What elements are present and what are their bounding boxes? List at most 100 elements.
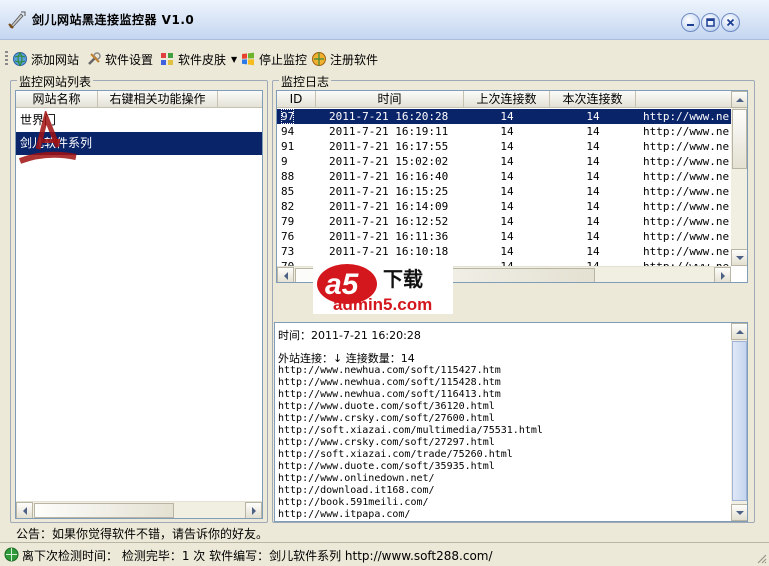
title-bar[interactable]: 剑儿网站黑连接监控器 V1.0	[0, 0, 769, 40]
log-cell-last: 14	[500, 140, 514, 153]
hscroll-thumb[interactable]	[34, 503, 174, 518]
toolbar-grip[interactable]	[5, 51, 8, 67]
chevron-down-icon: ▼	[231, 54, 238, 64]
log-cell-url: http://www.ne	[643, 110, 730, 123]
arrow-down-icon	[735, 255, 744, 260]
log-cell-current: 14	[586, 200, 600, 213]
vscroll-thumb[interactable]	[732, 109, 747, 169]
scroll-left-button[interactable]	[16, 502, 33, 518]
detail-vscroll-thumb[interactable]	[732, 341, 747, 501]
close-button[interactable]	[721, 13, 740, 32]
arrow-left-icon	[283, 271, 288, 280]
log-cell-time: 2011-7-21 16:12:52	[329, 215, 449, 228]
log-id-header[interactable]: ID	[277, 91, 316, 108]
detail-url-line: http://soft.xiazai.com/trade/75260.html	[278, 449, 513, 460]
log-cell-current: 14	[586, 155, 600, 168]
site-list[interactable]: 网站名称 右键相关功能操作 世界门 剑儿软件系列	[15, 90, 263, 519]
scroll-right-button[interactable]	[245, 502, 262, 518]
sword-app-icon	[8, 11, 26, 29]
log-cell-time: 2011-7-21 16:10:18	[329, 245, 449, 258]
log-cell-id: 79	[281, 215, 295, 228]
log-cell-id: 94	[281, 125, 295, 138]
detail-url-line: http://www.duote.com/soft/35935.html	[278, 461, 495, 472]
detail-url-line: http://www.newhua.com/soft/116413.htm	[278, 389, 501, 400]
windows-flag-icon	[242, 52, 254, 66]
log-cell-id: 82	[281, 200, 295, 213]
scroll-up-button[interactable]	[731, 91, 747, 108]
settings-button[interactable]: 软件设置	[86, 50, 153, 68]
log-cell-time: 2011-7-21 16:16:40	[329, 170, 449, 183]
log-last-header[interactable]: 上次连接数	[464, 91, 550, 108]
stop-monitor-button[interactable]: 停止监控	[240, 50, 307, 68]
log-detail-textarea[interactable]: 时间：2011-7-21 16:20:28 外站连接：↓ 连接数量：14 htt…	[274, 322, 748, 522]
add-site-button[interactable]: 添加网站	[12, 50, 79, 68]
close-icon	[726, 18, 735, 27]
log-row[interactable]: 91 2011-7-21 16:17:55 14 14 http://www.ne	[277, 139, 747, 154]
scroll-down-button[interactable]	[731, 504, 747, 521]
log-cell-url: http://www.ne	[643, 215, 730, 228]
log-cell-current: 14	[586, 230, 600, 243]
detail-vscrollbar[interactable]	[731, 323, 747, 521]
log-vscrollbar[interactable]	[731, 91, 747, 266]
log-cell-url: http://www.ne	[643, 230, 730, 243]
detail-url-line: http://www.newhua.com/soft/115428.htm	[278, 377, 501, 388]
log-row[interactable]: 73 2011-7-21 16:10:18 14 14 http://www.ne	[277, 244, 747, 259]
status-text: 离下次检测时间： 检测完毕：1 次 软件编写：剑儿软件系列 http://www…	[22, 549, 493, 563]
log-row[interactable]: 88 2011-7-21 16:16:40 14 14 http://www.ne	[277, 169, 747, 184]
site-empty-header[interactable]	[218, 91, 262, 108]
log-cell-current: 14	[586, 185, 600, 198]
detail-url-line: http://www.itpapa.com/	[278, 509, 411, 520]
log-row[interactable]: 85 2011-7-21 16:15:25 14 14 http://www.ne	[277, 184, 747, 199]
log-cell-time: 2011-7-21 16:15:25	[329, 185, 449, 198]
scroll-down-button[interactable]	[731, 249, 747, 266]
detail-url-line: http://www.xoxile.com/	[278, 521, 410, 522]
log-cell-last: 14	[500, 230, 514, 243]
log-legend: 监控日志	[279, 73, 332, 90]
arrow-up-icon	[735, 97, 744, 102]
minimize-button[interactable]	[681, 13, 700, 32]
log-cell-id: 73	[281, 245, 295, 258]
log-cell-id: 88	[281, 170, 295, 183]
log-row[interactable]: 79 2011-7-21 16:12:52 14 14 http://www.ne	[277, 214, 747, 229]
log-current-header[interactable]: 本次连接数	[550, 91, 636, 108]
scroll-left-button[interactable]	[277, 267, 294, 282]
site-list-hscrollbar[interactable]	[16, 501, 262, 518]
scroll-up-button[interactable]	[731, 323, 747, 340]
log-time-header[interactable]: 时间	[316, 91, 464, 108]
tools-icon	[88, 52, 101, 65]
detail-url-line: http://book.591meili.com/	[278, 497, 429, 508]
log-cell-time: 2011-7-21 16:14:09	[329, 200, 449, 213]
register-globe-icon	[312, 52, 326, 66]
log-row[interactable]: 82 2011-7-21 16:14:09 14 14 http://www.ne	[277, 199, 747, 214]
site-name-header[interactable]: 网站名称	[16, 91, 98, 108]
arrow-right-icon	[251, 506, 256, 515]
arrow-right-icon	[720, 271, 725, 280]
detail-url-line: http://www.crsky.com/soft/27297.html	[278, 437, 495, 448]
log-cell-time: 2011-7-21 16:17:55	[329, 140, 449, 153]
skin-dropdown[interactable]: 软件皮肤 ▼	[159, 50, 237, 68]
scroll-right-button[interactable]	[714, 267, 731, 282]
log-cell-id: 97	[281, 109, 295, 124]
palette-icon	[161, 53, 173, 65]
site-hint-header[interactable]: 右键相关功能操作	[98, 91, 218, 108]
detail-url-line: http://soft.xiazai.com/multimedia/75531.…	[278, 425, 543, 436]
skin-label: 软件皮肤	[178, 52, 227, 67]
toolbar: 添加网站 软件设置 软件皮肤 ▼ 停止监控 注册软件	[0, 46, 769, 72]
log-row[interactable]: 94 2011-7-21 16:19:11 14 14 http://www.ne	[277, 124, 747, 139]
maximize-button[interactable]	[701, 13, 720, 32]
log-cell-current: 14	[586, 215, 600, 228]
log-table[interactable]: ID 时间 上次连接数 本次连接数 97 2011-7-21 16:20:28 14…	[276, 90, 748, 283]
watermark-tagline: 下载	[383, 267, 423, 291]
register-button[interactable]: 注册软件	[311, 50, 378, 68]
log-row[interactable]: 76 2011-7-21 16:11:36 14 14 http://www.ne	[277, 229, 747, 244]
resize-grip-icon[interactable]	[755, 552, 767, 564]
log-url-header[interactable]	[636, 91, 732, 108]
log-cell-last: 14	[500, 125, 514, 138]
log-row[interactable]: 97 2011-7-21 16:20:28 14 14 http://www.ne	[277, 109, 747, 124]
detail-url-line: http://www.crsky.com/soft/27600.html	[278, 413, 495, 424]
log-cell-id: 9	[281, 155, 288, 168]
detail-links-line: 外站连接：↓ 连接数量：14	[278, 352, 415, 365]
log-cell-last: 14	[500, 200, 514, 213]
log-row[interactable]: 9 2011-7-21 15:02:02 14 14 http://www.ne	[277, 154, 747, 169]
log-cell-current: 14	[586, 245, 600, 258]
